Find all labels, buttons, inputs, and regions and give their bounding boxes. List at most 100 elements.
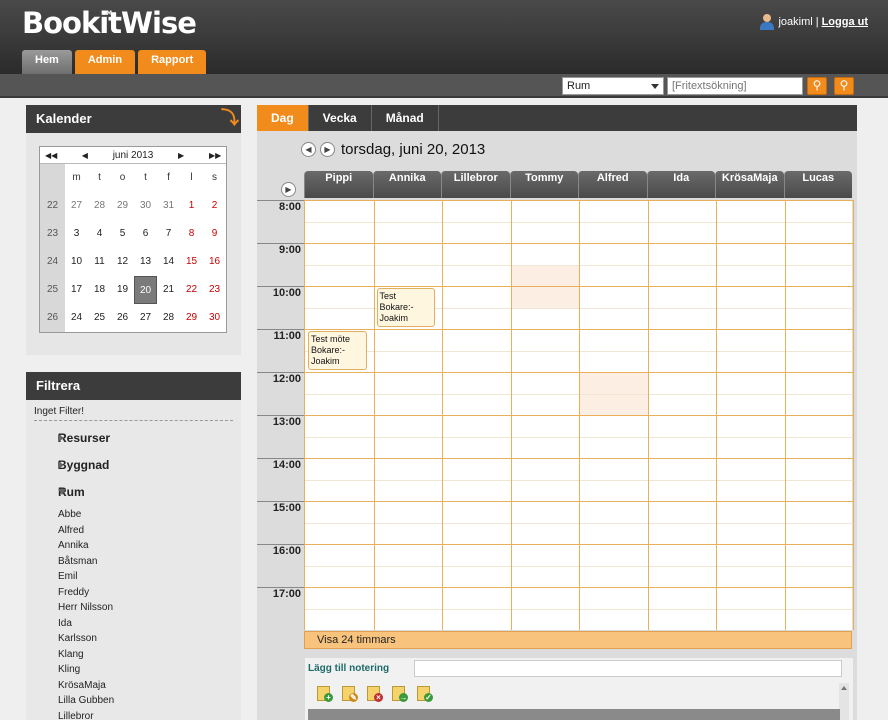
room-item[interactable]: KrösaMaja <box>58 678 233 694</box>
resource-type-select[interactable]: Rum <box>562 77 664 95</box>
room-item[interactable]: Freddy <box>58 585 233 601</box>
scroll-resources-button[interactable]: ▶ <box>281 182 296 197</box>
resource-column-header[interactable]: Pippi <box>304 171 373 198</box>
booking-event[interactable]: Test Bokare:- Joakim <box>376 288 435 327</box>
calendar-day[interactable]: 1 <box>180 192 203 220</box>
calendar-day[interactable]: 8 <box>180 220 203 248</box>
resource-column-header[interactable]: Alfred <box>578 171 647 198</box>
room-item[interactable]: Klang <box>58 647 233 663</box>
collapse-arrow-icon[interactable]: ⤵ <box>221 109 239 127</box>
room-item[interactable]: Alfred <box>58 523 233 539</box>
calendar-day[interactable]: 13 <box>134 248 157 276</box>
notes-scrollbar[interactable] <box>839 683 849 720</box>
calendar-day[interactable]: 20 <box>134 276 157 304</box>
note-move-icon[interactable]: → <box>391 685 408 702</box>
calendar-day[interactable]: 28 <box>157 304 180 332</box>
filter-group-rum[interactable]: Rum <box>34 482 233 502</box>
note-edit-icon[interactable]: ✎ <box>341 685 358 702</box>
calendar-day[interactable]: 18 <box>88 276 111 304</box>
calendar-day[interactable]: 12 <box>111 248 134 276</box>
room-item[interactable]: Abbe <box>58 507 233 523</box>
resource-column-header[interactable]: Lucas <box>783 171 852 198</box>
calendar-day[interactable]: 26 <box>111 304 134 332</box>
note-input[interactable] <box>414 660 842 677</box>
room-item[interactable]: Båtsman <box>58 554 233 570</box>
tab-rapport[interactable]: Rapport <box>138 50 207 74</box>
calendar-day[interactable]: 25 <box>88 304 111 332</box>
tab-vecka[interactable]: Vecka <box>309 105 372 131</box>
calendar-day[interactable]: 3 <box>65 220 88 248</box>
filter-group-byggnad[interactable]: Byggnad <box>34 455 233 475</box>
calendar-day[interactable]: 11 <box>88 248 111 276</box>
calendar-day[interactable]: 6 <box>134 220 157 248</box>
calendar-day[interactable]: 29 <box>180 304 203 332</box>
tab-manad[interactable]: Månad <box>372 105 439 131</box>
note-delete-icon[interactable]: × <box>366 685 383 702</box>
calendar-day[interactable]: 22 <box>180 276 203 304</box>
tab-dag[interactable]: Dag <box>257 105 309 131</box>
advanced-search-button[interactable]: ⚲ <box>834 77 854 95</box>
room-item[interactable]: Annika <box>58 538 233 554</box>
weekday-header: t <box>98 172 101 183</box>
calendar-day[interactable]: 23 <box>203 276 226 304</box>
calendar-day[interactable]: 19 <box>111 276 134 304</box>
tab-admin[interactable]: Admin <box>74 50 136 74</box>
event-text: Bokare:- <box>379 302 414 312</box>
calendar-day[interactable]: 27 <box>65 192 88 220</box>
prev-month-icon[interactable]: ◀ <box>79 151 91 160</box>
resource-column-header[interactable]: KrösaMaja <box>715 171 784 198</box>
search-button[interactable]: ⚲ <box>807 77 827 95</box>
calendar-day[interactable]: 16 <box>203 248 226 276</box>
calendar-day[interactable]: 17 <box>65 276 88 304</box>
calendar-day[interactable]: 24 <box>65 304 88 332</box>
schedule-grid[interactable]: Test Bokare:- Joakim Test möte Bokare:- Joaki… <box>304 200 854 630</box>
weekday-header: s <box>212 172 217 183</box>
show-24h-button[interactable]: Visa 24 timmars <box>304 631 852 649</box>
resource-column-header[interactable]: Ida <box>646 171 715 198</box>
room-item[interactable]: Ida <box>58 616 233 632</box>
weekday-header: o <box>119 172 126 183</box>
calendar-day[interactable]: 27 <box>134 304 157 332</box>
resource-column-header[interactable]: Tommy <box>509 171 578 198</box>
calendar-day[interactable]: 30 <box>134 192 157 220</box>
booking-event[interactable]: Test möte Bokare:- Joakim <box>308 331 367 370</box>
room-item[interactable]: Kling <box>58 662 233 678</box>
logout-link[interactable]: Logga ut <box>822 16 868 28</box>
next-day-button[interactable]: ▶ <box>320 142 335 157</box>
calendar-day[interactable]: 31 <box>157 192 180 220</box>
room-item[interactable]: Lilla Gubben <box>58 693 233 709</box>
calendar-day[interactable]: 30 <box>203 304 226 332</box>
calendar-day[interactable]: 2 <box>203 192 226 220</box>
resource-column-header[interactable]: Annika <box>372 171 441 198</box>
calendar-day[interactable]: 14 <box>157 248 180 276</box>
room-item[interactable]: Emil <box>58 569 233 585</box>
note-approve-icon[interactable]: ✓ <box>416 685 433 702</box>
calendar-day[interactable]: 9 <box>203 220 226 248</box>
calendar-day[interactable]: 29 <box>111 192 134 220</box>
calendar-day[interactable]: 10 <box>65 248 88 276</box>
calendar-day[interactable]: 21 <box>157 276 180 304</box>
next-year-icon[interactable]: ▶▶ <box>209 151 221 160</box>
filter-group-resurser[interactable]: Resurser <box>34 428 233 448</box>
prev-day-button[interactable]: ◀ <box>301 142 316 157</box>
column-line <box>784 200 786 630</box>
calendar-day[interactable]: 5 <box>111 220 134 248</box>
prev-year-icon[interactable]: ◀◀ <box>45 151 57 160</box>
logo[interactable]: BookitWise TM <box>22 6 197 40</box>
tab-hem[interactable]: Hem <box>22 50 72 74</box>
calendar-day[interactable]: 7 <box>157 220 180 248</box>
room-item[interactable]: Herr Nilsson <box>58 600 233 616</box>
next-month-icon[interactable]: ▶ <box>175 151 187 160</box>
search-input[interactable] <box>667 77 803 95</box>
time-label: 15:00 <box>257 501 304 544</box>
room-item[interactable]: Karlsson <box>58 631 233 647</box>
time-label: 13:00 <box>257 415 304 458</box>
collapse-icon <box>58 489 66 495</box>
note-add-icon[interactable]: + <box>316 685 333 702</box>
room-item[interactable]: Lillebror <box>58 709 233 720</box>
calendar-day[interactable]: 28 <box>88 192 111 220</box>
calendar-day[interactable]: 15 <box>180 248 203 276</box>
no-filter-text: Inget Filter! <box>34 406 233 421</box>
calendar-day[interactable]: 4 <box>88 220 111 248</box>
resource-column-header[interactable]: Lillebror <box>441 171 510 198</box>
